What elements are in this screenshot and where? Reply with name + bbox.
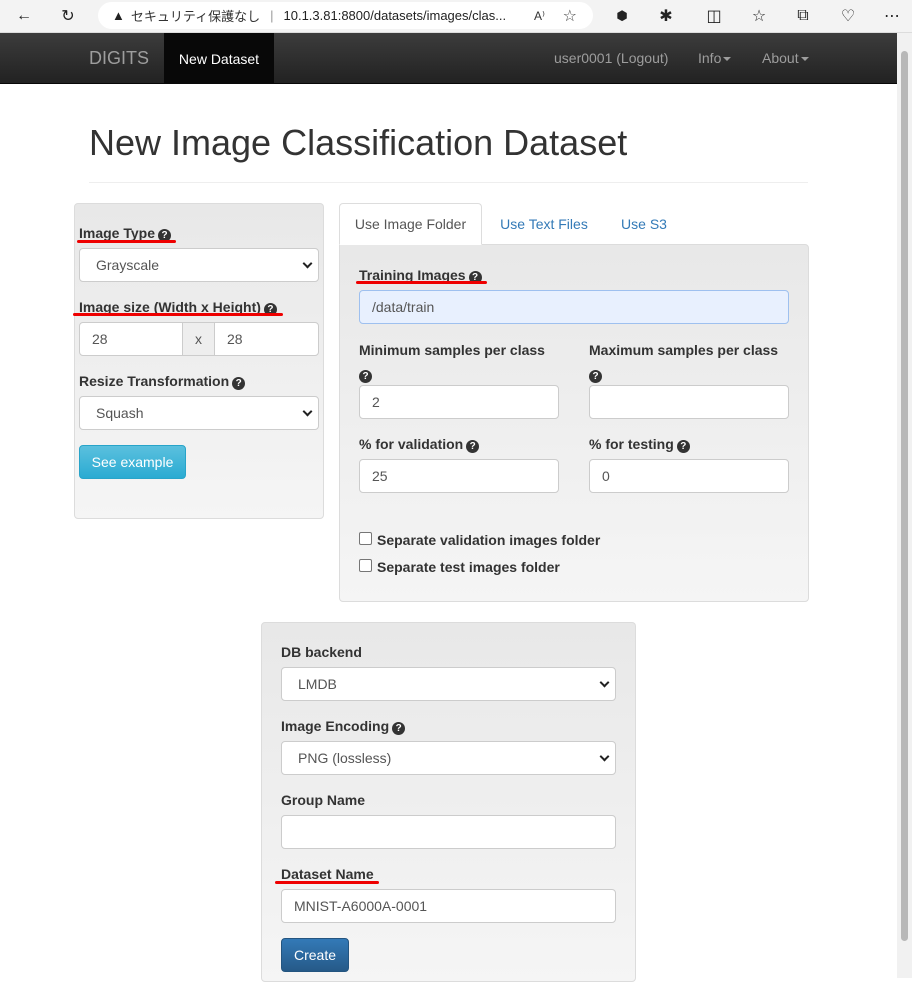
min-samples-label: Minimum samples per class — [359, 342, 545, 358]
nav-user-logout[interactable]: user0001 (Logout) — [554, 50, 668, 66]
annotation-underline — [356, 281, 487, 284]
annotation-underline — [73, 313, 283, 316]
url-text: 10.1.3.81:8800/datasets/images/clas... — [283, 8, 507, 23]
more-options-icon[interactable]: ⋯ — [879, 3, 905, 29]
image-height-input[interactable]: 28 — [214, 322, 319, 356]
collections-icon[interactable]: ⧉ — [790, 3, 816, 29]
max-samples-input[interactable] — [589, 385, 789, 419]
refresh-icon[interactable]: ↻ — [55, 3, 81, 29]
back-arrow-icon[interactable]: ← — [11, 3, 37, 29]
address-bar[interactable]: ▲ セキュリティ保護なし | 10.1.3.81:8800/datasets/i… — [98, 2, 593, 29]
testing-percent-label: % for testing? — [589, 436, 690, 453]
help-icon[interactable]: ? — [359, 370, 372, 383]
image-encoding-select[interactable]: PNG (lossless) — [281, 741, 616, 775]
max-samples-label: Maximum samples per class — [589, 342, 779, 358]
browser-toolbar: ← ↻ ▲ セキュリティ保護なし | 10.1.3.81:8800/datase… — [0, 0, 912, 33]
nav-info-menu[interactable]: Info — [698, 50, 732, 66]
tab-use-text-files[interactable]: Use Text Files — [488, 203, 600, 245]
help-icon[interactable]: ? — [676, 440, 690, 453]
max-samples-help: ? — [589, 366, 602, 383]
tab-use-image-folder[interactable]: Use Image Folder — [339, 203, 482, 245]
image-type-select[interactable]: Grayscale — [79, 248, 319, 282]
image-width-input[interactable]: 28 — [79, 322, 183, 356]
see-example-button[interactable]: See example — [79, 445, 186, 479]
resize-transformation-label: Resize Transformation? — [79, 373, 246, 390]
browser-essentials-icon[interactable]: ♡ — [835, 3, 861, 29]
tab-use-s3[interactable]: Use S3 — [610, 203, 678, 245]
extensions-puzzle-icon[interactable]: ✱ — [653, 3, 679, 29]
brand-logo[interactable]: DIGITS — [89, 48, 149, 69]
separate-validation-label[interactable]: Separate validation images folder — [377, 532, 600, 548]
chevron-down-icon — [599, 677, 610, 688]
validation-percent-label: % for validation? — [359, 436, 480, 453]
create-button[interactable]: Create — [281, 938, 349, 972]
help-icon[interactable]: ? — [232, 377, 246, 390]
favorite-star-icon[interactable]: ☆ — [563, 6, 577, 26]
min-samples-input[interactable]: 2 — [359, 385, 559, 419]
chevron-down-icon — [302, 406, 313, 417]
annotation-underline — [275, 881, 379, 884]
title-divider — [89, 182, 808, 183]
help-icon[interactable]: ? — [589, 370, 602, 383]
db-backend-label: DB backend — [281, 644, 362, 660]
help-icon[interactable]: ? — [392, 722, 406, 735]
testing-percent-input[interactable]: 0 — [589, 459, 789, 493]
help-icon[interactable]: ? — [466, 440, 480, 453]
separate-test-checkbox[interactable] — [359, 559, 372, 572]
separate-test-label[interactable]: Separate test images folder — [377, 559, 560, 575]
nav-new-dataset[interactable]: New Dataset — [164, 33, 274, 84]
group-name-input[interactable] — [281, 815, 616, 849]
caret-down-icon — [800, 57, 809, 62]
nav-info-label: Info — [698, 50, 722, 66]
group-name-label: Group Name — [281, 792, 366, 808]
validation-percent-input[interactable]: 25 — [359, 459, 559, 493]
page-scrollbar[interactable] — [897, 33, 912, 978]
resize-transformation-select[interactable]: Squash — [79, 396, 319, 430]
security-label: セキュリティ保護なし — [130, 9, 261, 24]
warning-triangle-icon: ▲ — [112, 8, 125, 23]
dataset-name-input[interactable]: MNIST-A6000A-0001 — [281, 889, 616, 923]
scroll-thumb[interactable] — [901, 51, 908, 941]
extension-shield-icon[interactable]: ⬢ — [609, 3, 635, 29]
app-navbar: DIGITS New Dataset user0001 (Logout) Inf… — [0, 33, 897, 84]
db-backend-select[interactable]: LMDB — [281, 667, 616, 701]
separate-validation-checkbox[interactable] — [359, 532, 372, 545]
dataset-name-label: Dataset Name — [281, 866, 374, 882]
chevron-down-icon — [302, 258, 313, 269]
split-screen-icon[interactable]: ◫ — [701, 3, 727, 29]
min-samples-help: ? — [359, 366, 372, 383]
image-encoding-label: Image Encoding? — [281, 718, 406, 735]
caret-down-icon — [723, 57, 732, 62]
training-images-input[interactable]: /data/train — [359, 290, 789, 324]
read-aloud-icon[interactable]: A⁾ — [534, 9, 545, 23]
address-separator: | — [270, 8, 274, 23]
annotation-underline — [77, 240, 176, 243]
size-separator: x — [182, 322, 215, 356]
nav-about-menu[interactable]: About — [762, 50, 809, 66]
nav-about-label: About — [762, 50, 799, 66]
chevron-down-icon — [599, 751, 610, 762]
page-title: New Image Classification Dataset — [89, 122, 628, 163]
favorites-icon[interactable]: ☆ — [746, 3, 772, 29]
